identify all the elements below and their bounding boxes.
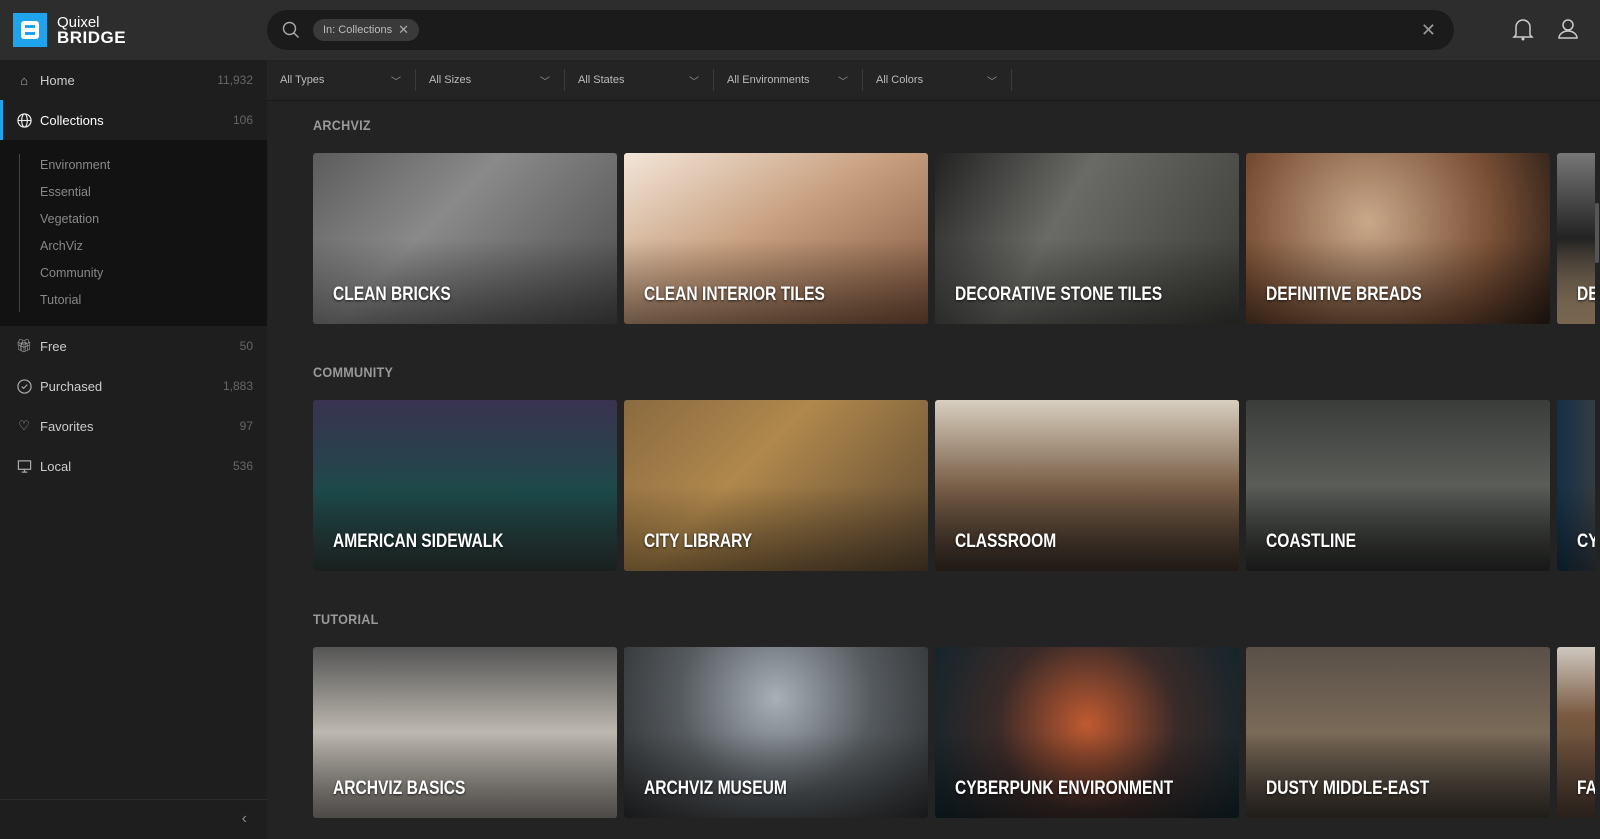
collection-row: ARCHVIZ BASICS ARCHVIZ MUSEUM CYBERPUNK EN… xyxy=(313,647,1595,818)
sidebar-item-local[interactable]: Local 536 xyxy=(0,446,267,486)
collection-card-title: DE xyxy=(1577,284,1595,305)
filter-label: All Environments xyxy=(727,74,810,86)
filter-sizes[interactable]: All Sizes ﹀ xyxy=(416,69,565,91)
clear-search-icon[interactable]: ✕ xyxy=(1421,20,1436,41)
collection-card[interactable]: DEFINITIVE BREADS xyxy=(1246,153,1550,324)
collection-card[interactable]: AMERICAN SIDEWALK xyxy=(313,400,617,571)
filter-label: All Colors xyxy=(876,74,924,86)
sidebar-item-favorites[interactable]: ♡ Favorites 97 xyxy=(0,406,267,446)
submenu-archviz[interactable]: ArchViz xyxy=(0,233,267,260)
submenu-essential[interactable]: Essential xyxy=(0,179,267,206)
nav-label: Purchased xyxy=(40,378,103,394)
collection-card[interactable]: FA xyxy=(1557,647,1595,818)
nav-label: Local xyxy=(40,458,72,474)
gift-icon: 🎁︎ xyxy=(15,338,33,353)
filter-bar: All Types ﹀ All Sizes ﹀ All States ﹀ All En… xyxy=(267,60,1600,101)
filter-label: All Sizes xyxy=(429,74,472,86)
collection-card-title: CY xyxy=(1577,531,1595,552)
collection-card[interactable]: ARCHVIZ MUSEUM xyxy=(624,647,928,818)
section-title-community: COMMUNITY xyxy=(313,364,394,380)
check-circle-icon xyxy=(16,378,32,394)
chevron-down-icon: ﹀ xyxy=(689,76,699,88)
nav-count: 11,932 xyxy=(217,73,253,87)
collections-submenu: Environment Essential Vegetation ArchViz… xyxy=(0,140,267,326)
submenu-environment[interactable]: Environment xyxy=(0,152,267,179)
section-title-tutorial: TUTORIAL xyxy=(313,611,379,627)
bell-icon[interactable] xyxy=(1512,17,1534,41)
collection-card[interactable]: DUSTY MIDDLE-EAST xyxy=(1246,647,1550,818)
collection-card-title: CLASSROOM xyxy=(955,531,1057,552)
collection-card-title: COASTLINE xyxy=(1266,531,1357,552)
nav-count: 106 xyxy=(232,113,253,127)
nav-count: 97 xyxy=(239,419,253,433)
search-bar[interactable]: In: Collections ✕ ✕ xyxy=(267,10,1454,50)
filter-colors[interactable]: All Colors ﹀ xyxy=(863,69,1012,91)
collection-card-title: CLEAN INTERIOR TILES xyxy=(644,284,825,305)
submenu-vegetation[interactable]: Vegetation xyxy=(0,206,267,233)
collection-card-title: ARCHVIZ BASICS xyxy=(333,778,466,799)
nav-label: Free xyxy=(40,338,67,354)
sidebar-item-free[interactable]: 🎁︎ Free 50 xyxy=(0,326,267,366)
nav-label: Collections xyxy=(40,112,104,128)
nav-count: 536 xyxy=(232,459,253,473)
heart-icon: ♡ xyxy=(18,418,30,433)
bridge-logo-icon xyxy=(13,13,47,47)
quixel-bridge-logo[interactable]: Quixel BRIDGE xyxy=(13,13,126,47)
chevron-down-icon: ﹀ xyxy=(838,76,848,88)
collection-card[interactable]: CLEAN BRICKS xyxy=(313,153,617,324)
filter-label: All States xyxy=(578,74,625,86)
header: Quixel BRIDGE In: Collections ✕ ✕ xyxy=(0,0,1600,60)
collection-row: CLEAN BRICKS CLEAN INTERIOR TILES DECORATI… xyxy=(313,153,1595,324)
filter-types[interactable]: All Types ﹀ xyxy=(267,69,416,91)
section-title-archviz: ARCHVIZ xyxy=(313,117,371,133)
collection-card-title: ARCHVIZ MUSEUM xyxy=(644,778,787,799)
collection-card[interactable]: CITY LIBRARY xyxy=(624,400,928,571)
collection-card-title: FA xyxy=(1577,778,1595,799)
collection-card[interactable]: ARCHVIZ BASICS xyxy=(313,647,617,818)
sidebar-item-purchased[interactable]: Purchased 1,883 xyxy=(0,366,267,406)
chevron-down-icon: ﹀ xyxy=(391,76,401,88)
collapse-sidebar-button[interactable]: ‹ xyxy=(0,799,267,839)
home-icon: ⌂ xyxy=(20,72,28,88)
nav-count: 1,883 xyxy=(222,379,253,393)
chevron-down-icon: ﹀ xyxy=(540,76,550,88)
nav-label: Favorites xyxy=(40,418,94,434)
nav-label: Home xyxy=(40,72,75,88)
collection-card-title: CYBERPUNK ENVIRONMENT xyxy=(955,778,1174,799)
collection-card[interactable]: CY xyxy=(1557,400,1595,571)
collection-card[interactable]: CLASSROOM xyxy=(935,400,1239,571)
collection-card[interactable]: DECORATIVE STONE TILES xyxy=(935,153,1239,324)
collection-card-title: CLEAN BRICKS xyxy=(333,284,451,305)
filter-label: All Types xyxy=(280,74,325,86)
chevron-down-icon: ﹀ xyxy=(987,76,997,88)
search-icon xyxy=(282,21,299,38)
submenu-community[interactable]: Community xyxy=(0,260,267,287)
nav-count: 50 xyxy=(239,339,253,353)
collection-card[interactable]: DE xyxy=(1557,153,1595,324)
collection-card-title: DEFINITIVE BREADS xyxy=(1266,284,1422,305)
filter-chip-collections: In: Collections ✕ xyxy=(313,19,419,41)
collection-card[interactable]: CLEAN INTERIOR TILES xyxy=(624,153,928,324)
collection-card[interactable]: CYBERPUNK ENVIRONMENT xyxy=(935,647,1239,818)
globe-icon xyxy=(16,112,32,128)
sidebar-item-home[interactable]: ⌂ Home 11,932 xyxy=(0,60,267,100)
collection-card-title: AMERICAN SIDEWALK xyxy=(333,531,504,552)
monitor-icon xyxy=(16,458,32,474)
collection-card-title: DECORATIVE STONE TILES xyxy=(955,284,1163,305)
filter-states[interactable]: All States ﹀ xyxy=(565,69,714,91)
user-icon[interactable] xyxy=(1557,17,1579,41)
collection-card-title: CITY LIBRARY xyxy=(644,531,753,552)
logo-line2: BRIDGE xyxy=(57,28,127,47)
sidebar-item-collections[interactable]: Collections 106 xyxy=(0,100,267,140)
collection-card[interactable]: COASTLINE xyxy=(1246,400,1550,571)
collection-card-title: DUSTY MIDDLE-EAST xyxy=(1266,778,1430,799)
filter-environments[interactable]: All Environments ﹀ xyxy=(714,69,863,91)
sidebar: ⌂ Home 11,932 Collections 106 Environment E… xyxy=(0,60,267,839)
collection-row: AMERICAN SIDEWALK CITY LIBRARY CLASSROOM CO… xyxy=(313,400,1595,571)
vertical-scrollbar[interactable] xyxy=(1595,203,1599,263)
submenu-tutorial[interactable]: Tutorial xyxy=(0,287,267,314)
remove-chip-icon[interactable]: ✕ xyxy=(398,22,409,38)
chip-label: In: Collections xyxy=(323,24,393,36)
chevron-left-icon: ‹ xyxy=(241,810,247,827)
